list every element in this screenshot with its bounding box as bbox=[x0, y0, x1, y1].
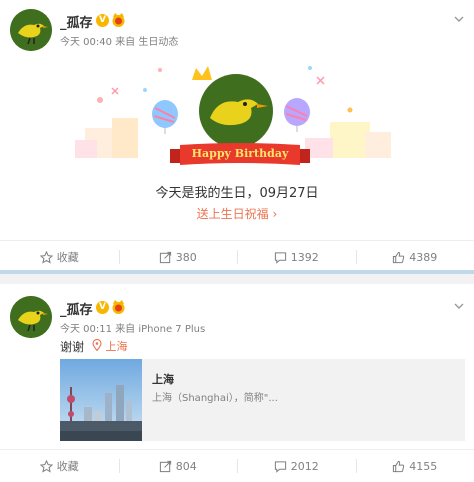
comment-button[interactable]: 1392 bbox=[237, 241, 356, 273]
like-button[interactable]: 4389 bbox=[356, 241, 474, 273]
chevron-right-icon: › bbox=[273, 207, 278, 221]
action-bar: 收藏 380 1392 4389 bbox=[0, 240, 474, 273]
star-icon bbox=[40, 251, 53, 264]
comment-icon bbox=[274, 460, 287, 473]
post-text: 谢谢 bbox=[60, 338, 84, 355]
like-count: 4389 bbox=[409, 251, 437, 264]
link-description: 上海（Shanghai），简称"... bbox=[152, 389, 278, 404]
thumbs-up-icon bbox=[392, 460, 405, 473]
birthday-text: 今天是我的生日，09月27日 bbox=[0, 182, 474, 201]
favorite-label: 收藏 bbox=[57, 458, 79, 474]
source-prefix: 来自 bbox=[115, 37, 135, 48]
bird-avatar-icon bbox=[10, 296, 52, 338]
action-bar: 收藏 804 2012 4155 bbox=[0, 449, 474, 482]
link-card[interactable]: 上海 上海（Shanghai），简称"... bbox=[60, 359, 465, 441]
post-source[interactable]: iPhone 7 Plus bbox=[138, 324, 205, 335]
repost-button[interactable]: 804 bbox=[119, 450, 238, 482]
favorite-label: 收藏 bbox=[57, 249, 79, 265]
link-title: 上海 bbox=[152, 371, 174, 387]
comment-button[interactable]: 2012 bbox=[237, 450, 356, 482]
repost-button[interactable]: 380 bbox=[119, 241, 238, 273]
repost-icon bbox=[159, 251, 172, 264]
location-tag[interactable]: 上海 bbox=[92, 338, 128, 354]
repost-icon bbox=[159, 460, 172, 473]
username[interactable]: _孤存 bbox=[60, 299, 93, 318]
comment-count: 1392 bbox=[291, 251, 319, 264]
post-source[interactable]: 生日动态 bbox=[138, 37, 178, 48]
verified-icon: V bbox=[96, 301, 109, 314]
birthday-wish-label: 送上生日祝福 bbox=[197, 207, 269, 221]
favorite-button[interactable]: 收藏 bbox=[0, 241, 119, 273]
post-card-2: _孤存 V 今天 00:11 来自 iPhone 7 Plus 谢谢 上海 bbox=[0, 284, 474, 475]
avatar[interactable] bbox=[10, 296, 52, 338]
post-meta: 今天 00:40 来自 生日动态 bbox=[60, 33, 178, 48]
avatar[interactable] bbox=[10, 9, 52, 51]
comment-count: 2012 bbox=[291, 460, 319, 473]
post-time: 今天 00:40 bbox=[60, 37, 112, 48]
post-meta: 今天 00:11 来自 iPhone 7 Plus bbox=[60, 320, 205, 335]
birthday-wish-link[interactable]: 送上生日祝福 › bbox=[0, 205, 474, 222]
repost-count: 804 bbox=[176, 460, 197, 473]
bird-avatar-icon bbox=[10, 9, 52, 51]
vip-crown-icon bbox=[111, 13, 126, 27]
chevron-down-icon[interactable] bbox=[452, 299, 466, 313]
like-count: 4155 bbox=[409, 460, 437, 473]
vip-crown-icon bbox=[111, 300, 126, 314]
repost-count: 380 bbox=[176, 251, 197, 264]
chevron-down-icon[interactable] bbox=[452, 12, 466, 26]
location-pin-icon bbox=[92, 339, 102, 351]
comment-icon bbox=[274, 251, 287, 264]
post-card-1: _孤存 V 今天 00:40 来自 生日动态 bbox=[0, 0, 474, 270]
verified-icon: V bbox=[96, 14, 109, 27]
username[interactable]: _孤存 bbox=[60, 12, 93, 31]
shanghai-skyline-image bbox=[60, 359, 142, 441]
source-prefix: 来自 bbox=[115, 324, 135, 335]
link-thumbnail bbox=[60, 359, 142, 441]
post-separator bbox=[0, 274, 474, 284]
post-time: 今天 00:11 bbox=[60, 324, 112, 335]
like-button[interactable]: 4155 bbox=[356, 450, 474, 482]
favorite-button[interactable]: 收藏 bbox=[0, 450, 119, 482]
location-label: 上海 bbox=[106, 340, 128, 353]
star-icon bbox=[40, 460, 53, 473]
banner-label: Happy Birthday bbox=[170, 147, 310, 160]
thumbs-up-icon bbox=[392, 251, 405, 264]
